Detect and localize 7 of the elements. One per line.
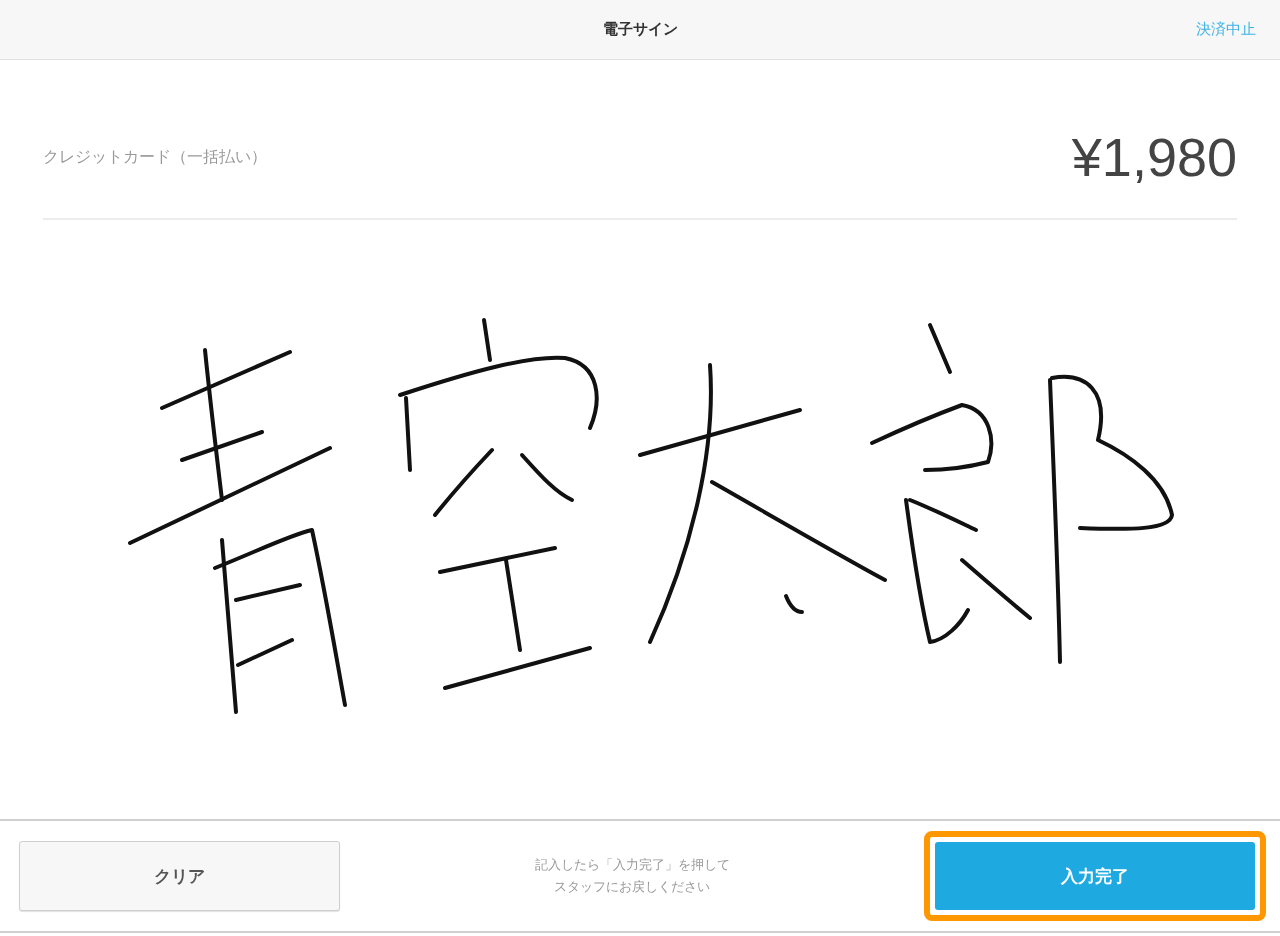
payment-method-label: クレジットカード（一括払い） xyxy=(43,146,267,168)
clear-button[interactable]: クリア xyxy=(19,841,340,911)
payment-amount: ¥1,980 xyxy=(1071,126,1237,188)
input-complete-button[interactable]: 入力完了 xyxy=(935,842,1255,910)
screen-title: 電子サイン xyxy=(602,20,678,39)
cancel-payment-link[interactable]: 決済中止 xyxy=(1196,20,1256,39)
instruction-text: 記入したら「入力完了」を押してスタッフにお戻しください xyxy=(533,856,731,896)
